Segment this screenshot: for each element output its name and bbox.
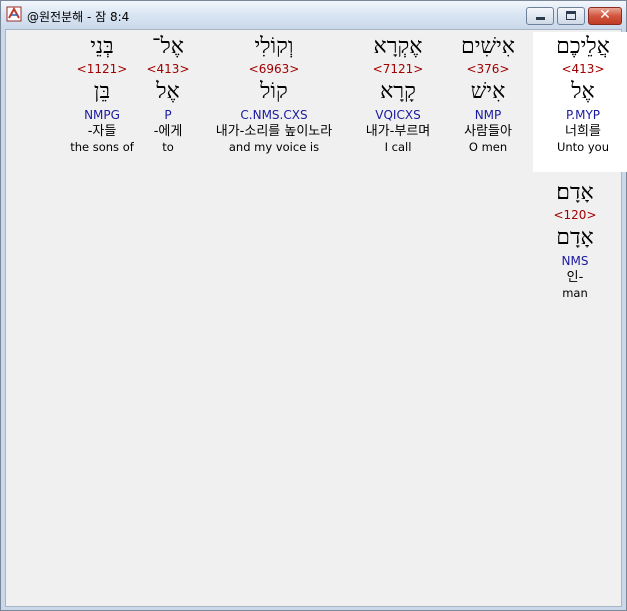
hebrew-lemma: קָרָא xyxy=(380,79,416,104)
maximize-button[interactable] xyxy=(557,7,585,25)
minimize-button[interactable] xyxy=(526,7,554,25)
english-gloss: I call xyxy=(384,140,412,154)
hebrew-lemma: אָדָם xyxy=(556,225,594,250)
korean-gloss: -자들 xyxy=(87,124,117,139)
parsing-code: C.NMS.CXS xyxy=(240,108,308,122)
close-icon: ✕ xyxy=(599,7,611,23)
english-gloss: man xyxy=(562,286,588,300)
hebrew-word: אֲלֵיכֶם xyxy=(556,34,610,59)
app-window: @원전분해 - 잠 8:4 ✕ אֲלֵיכֶם <413> אֶל P.MYP… xyxy=(0,0,627,611)
title-bar[interactable]: @원전분해 - 잠 8:4 ✕ xyxy=(1,1,626,29)
korean-gloss: 사람들아 xyxy=(464,124,512,139)
hebrew-lemma: קוֹל xyxy=(260,79,288,104)
close-button[interactable]: ✕ xyxy=(588,7,622,25)
strong-number: <413> xyxy=(561,62,605,76)
hebrew-lemma: אֶל xyxy=(571,79,595,104)
maximize-icon xyxy=(566,11,576,20)
strong-number: <6963> xyxy=(248,62,300,76)
strong-number: <7121> xyxy=(372,62,424,76)
word-analysis-panel: אֲלֵיכֶם <413> אֶל P.MYP 너희를 Unto you אִ… xyxy=(5,29,627,607)
english-gloss: the sons of xyxy=(70,140,134,154)
parsing-code: NMPG xyxy=(84,108,120,122)
word-column[interactable]: אִישִׁים <376> אִישׁ NMP 사람들아 O men xyxy=(438,32,538,155)
english-gloss: Unto you xyxy=(556,140,610,154)
hebrew-word: וְקוֹלִי xyxy=(254,34,294,59)
hebrew-word: אָדָם׃ xyxy=(556,180,594,205)
parsing-code: P.MYP xyxy=(565,108,601,122)
korean-gloss: 인- xyxy=(566,270,584,285)
word-column[interactable]: אָדָם׃ <120> אָדָם NMS 인- man xyxy=(525,178,625,301)
hebrew-word: אֶקְרָא xyxy=(373,34,423,59)
strong-number: <1121> xyxy=(76,62,128,76)
window-title: @원전분해 - 잠 8:4 xyxy=(27,10,130,24)
hebrew-word: בְּנֵי xyxy=(90,34,114,59)
korean-gloss: 내가-부르며 xyxy=(365,124,431,139)
parsing-code: NMP xyxy=(474,108,502,122)
strong-number: <120> xyxy=(553,208,597,222)
hebrew-lemma: אִישׁ xyxy=(470,79,506,104)
word-column[interactable]: אֲלֵיכֶם <413> אֶל P.MYP 너희를 Unto you xyxy=(533,32,627,172)
parsing-code: NMS xyxy=(561,254,589,268)
korean-gloss: 너희를 xyxy=(565,124,601,139)
english-gloss: O men xyxy=(468,140,508,154)
minimize-icon xyxy=(536,17,545,20)
word-column[interactable]: אֶקְרָא <7121> קָרָא VQICXS 내가-부르며 I cal… xyxy=(348,32,448,155)
word-column[interactable]: בְּנֵי <1121> בֵּן NMPG -자들 the sons of xyxy=(57,32,147,155)
app-icon xyxy=(6,6,22,22)
english-gloss: and my voice is xyxy=(228,140,320,154)
hebrew-lemma: בֵּן xyxy=(93,79,111,104)
parsing-code: VQICXS xyxy=(375,108,421,122)
word-column[interactable]: וְקוֹלִי <6963> קוֹל C.NMS.CXS 내가-소리를 높이… xyxy=(199,32,349,155)
strong-number: <376> xyxy=(466,62,510,76)
korean-gloss: 내가-소리를 높이노라 xyxy=(215,124,333,139)
hebrew-word: אִישִׁים xyxy=(460,34,516,59)
